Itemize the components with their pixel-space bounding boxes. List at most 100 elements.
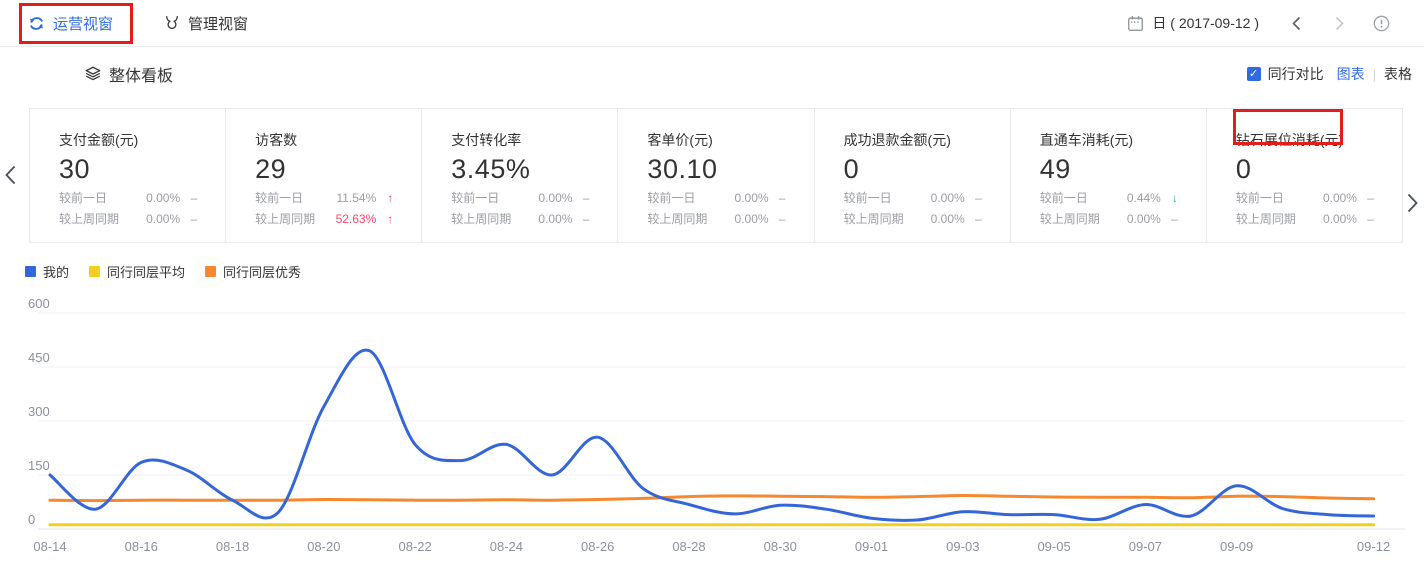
legend-swatch-icon xyxy=(205,266,216,277)
metric-compare-row: 较前一日0.00%– xyxy=(59,190,197,206)
series-line-2[interactable] xyxy=(50,496,1374,501)
trend-flat-icon: – xyxy=(769,190,786,206)
x-axis-label: 09-12 xyxy=(1357,539,1390,554)
compare-value: 0.00% xyxy=(735,190,769,206)
legend-swatch-icon xyxy=(25,266,36,277)
chart-canvas: 600450300150008-1408-1608-1808-2008-2208… xyxy=(0,288,1424,575)
info-icon[interactable] xyxy=(1366,15,1396,32)
metric-cards-row: 支付金额(元)30较前一日0.00%–较上周同期0.00%–访客数29较前一日1… xyxy=(29,108,1403,243)
metric-card[interactable]: 客单价(元)30.10较前一日0.00%–较上周同期0.00%– xyxy=(618,109,814,242)
compare-value: 0.00% xyxy=(1127,211,1161,227)
compare-value: 0.00% xyxy=(1323,211,1357,227)
trend-flat-icon: – xyxy=(965,211,982,227)
trend-flat-icon: – xyxy=(965,190,982,206)
legend-item[interactable]: 我的 xyxy=(25,262,69,281)
metric-title: 访客数 xyxy=(255,130,393,150)
legend-swatch-icon xyxy=(89,266,100,277)
metric-compare-row: 较前一日0.00%– xyxy=(1236,190,1374,206)
metric-compare-row: 较前一日11.54%↑ xyxy=(255,190,393,206)
compare-label: 较前一日 xyxy=(1236,190,1323,206)
compare-label: 较前一日 xyxy=(59,190,146,206)
compare-label: 较上周同期 xyxy=(255,211,335,227)
active-tab-underline xyxy=(28,41,118,44)
metric-compare-row: 较上周同期0.00%– xyxy=(59,211,197,227)
tab-operations-label: 运营视窗 xyxy=(53,13,113,34)
metric-value: 29 xyxy=(255,154,393,185)
legend-item[interactable]: 同行同层平均 xyxy=(89,262,185,281)
metric-compare-row: 较上周同期0.00%– xyxy=(1236,211,1374,227)
metric-card[interactable]: 钻石展位消耗(元)0较前一日0.00%–较上周同期0.00%– xyxy=(1207,109,1402,242)
compare-value: 0.44% xyxy=(1127,190,1161,206)
y-axis-label: 450 xyxy=(28,350,50,365)
legend-label: 同行同层优秀 xyxy=(223,262,301,281)
x-axis-label: 08-18 xyxy=(216,539,249,554)
x-axis-label: 08-28 xyxy=(672,539,705,554)
legend-label: 同行同层平均 xyxy=(107,262,185,281)
metric-compare-row: 较前一日0.00%– xyxy=(451,190,589,206)
compare-value: 0.00% xyxy=(931,190,965,206)
y-axis-label: 300 xyxy=(28,404,50,419)
layers-icon xyxy=(84,65,102,83)
peer-compare-checkbox[interactable]: ✓ xyxy=(1247,67,1261,81)
view-mode-table[interactable]: 表格 xyxy=(1384,64,1412,84)
date-selector[interactable]: 日 ( 2017-09-12 ) xyxy=(1127,13,1259,33)
compare-value: 0.00% xyxy=(931,211,965,227)
metric-card[interactable]: 访客数29较前一日11.54%↑较上周同期52.63%↑ xyxy=(226,109,422,242)
metric-title: 成功退款金额(元) xyxy=(844,130,982,150)
compare-label: 较前一日 xyxy=(255,190,336,206)
trend-flat-icon: – xyxy=(180,211,197,227)
metric-title: 支付转化率 xyxy=(451,130,589,150)
metric-card[interactable]: 支付金额(元)30较前一日0.00%–较上周同期0.00%– xyxy=(30,109,226,242)
cards-scroll-right-button[interactable] xyxy=(1407,193,1418,218)
peer-compare-toggle[interactable]: ✓ 同行对比 xyxy=(1247,64,1324,84)
metric-card[interactable]: 成功退款金额(元)0较前一日0.00%–较上周同期0.00%– xyxy=(815,109,1011,242)
x-axis-label: 08-14 xyxy=(33,539,66,554)
metric-title: 支付金额(元) xyxy=(59,130,197,150)
tab-operations-view[interactable]: 运营视窗 xyxy=(28,0,113,46)
trend-up-icon: ↑ xyxy=(376,211,393,227)
metric-card[interactable]: 支付转化率3.45%较前一日0.00%–较上周同期0.00%– xyxy=(422,109,618,242)
metric-title: 钻石展位消耗(元) xyxy=(1236,130,1374,150)
compare-label: 较上周同期 xyxy=(647,211,734,227)
compare-value: 0.00% xyxy=(735,211,769,227)
view-mode-chart[interactable]: 图表 xyxy=(1337,64,1365,84)
compare-value: 0.00% xyxy=(146,190,180,206)
metric-compare-row: 较上周同期0.00%– xyxy=(451,211,589,227)
dashboard-page: 运营视窗 管理视窗 xyxy=(0,0,1424,575)
compare-label: 较前一日 xyxy=(451,190,538,206)
legend-label: 我的 xyxy=(43,262,69,281)
metric-compare-row: 较上周同期0.00%– xyxy=(844,211,982,227)
prev-date-button[interactable] xyxy=(1281,16,1311,31)
metric-title: 客单价(元) xyxy=(647,130,785,150)
tab-management-view[interactable]: 管理视窗 xyxy=(164,0,248,46)
compare-value: 0.00% xyxy=(1323,190,1357,206)
metric-value: 30.10 xyxy=(647,154,785,185)
compare-label: 较前一日 xyxy=(1040,190,1127,206)
compare-label: 较前一日 xyxy=(647,190,734,206)
chart-legend: 我的 同行同层平均 同行同层优秀 xyxy=(25,262,321,280)
board-title: 整体看板 xyxy=(109,62,173,86)
trend-up-icon: ↑ xyxy=(376,190,393,206)
compare-value: 52.63% xyxy=(336,211,377,227)
legend-item[interactable]: 同行同层优秀 xyxy=(205,262,301,281)
metric-card[interactable]: 直通车消耗(元)49较前一日0.44%↓较上周同期0.00%– xyxy=(1011,109,1207,242)
trend-flat-icon: – xyxy=(572,190,589,206)
x-axis-label: 08-20 xyxy=(307,539,340,554)
next-date-button[interactable] xyxy=(1324,16,1354,31)
trend-line-chart[interactable]: 600450300150008-1408-1608-1808-2008-2208… xyxy=(0,288,1424,575)
x-axis-label: 08-16 xyxy=(125,539,158,554)
y-axis-label: 0 xyxy=(28,512,35,527)
metric-compare-row: 较上周同期52.63%↑ xyxy=(255,211,393,227)
trend-flat-icon: – xyxy=(572,211,589,227)
x-axis-label: 08-30 xyxy=(764,539,797,554)
metric-compare-row: 较前一日0.44%↓ xyxy=(1040,190,1178,206)
view-mode-separator: | xyxy=(1373,67,1376,82)
cards-scroll-left-button[interactable] xyxy=(5,165,16,190)
board-header: 整体看板 ✓ 同行对比 图表 | 表格 xyxy=(0,48,1424,100)
top-nav-bar: 运营视窗 管理视窗 xyxy=(0,0,1424,47)
compare-label: 较前一日 xyxy=(844,190,931,206)
x-axis-label: 08-24 xyxy=(490,539,523,554)
metric-compare-row: 较上周同期0.00%– xyxy=(1040,211,1178,227)
x-axis-label: 09-07 xyxy=(1129,539,1162,554)
compare-label: 较上周同期 xyxy=(1236,211,1323,227)
